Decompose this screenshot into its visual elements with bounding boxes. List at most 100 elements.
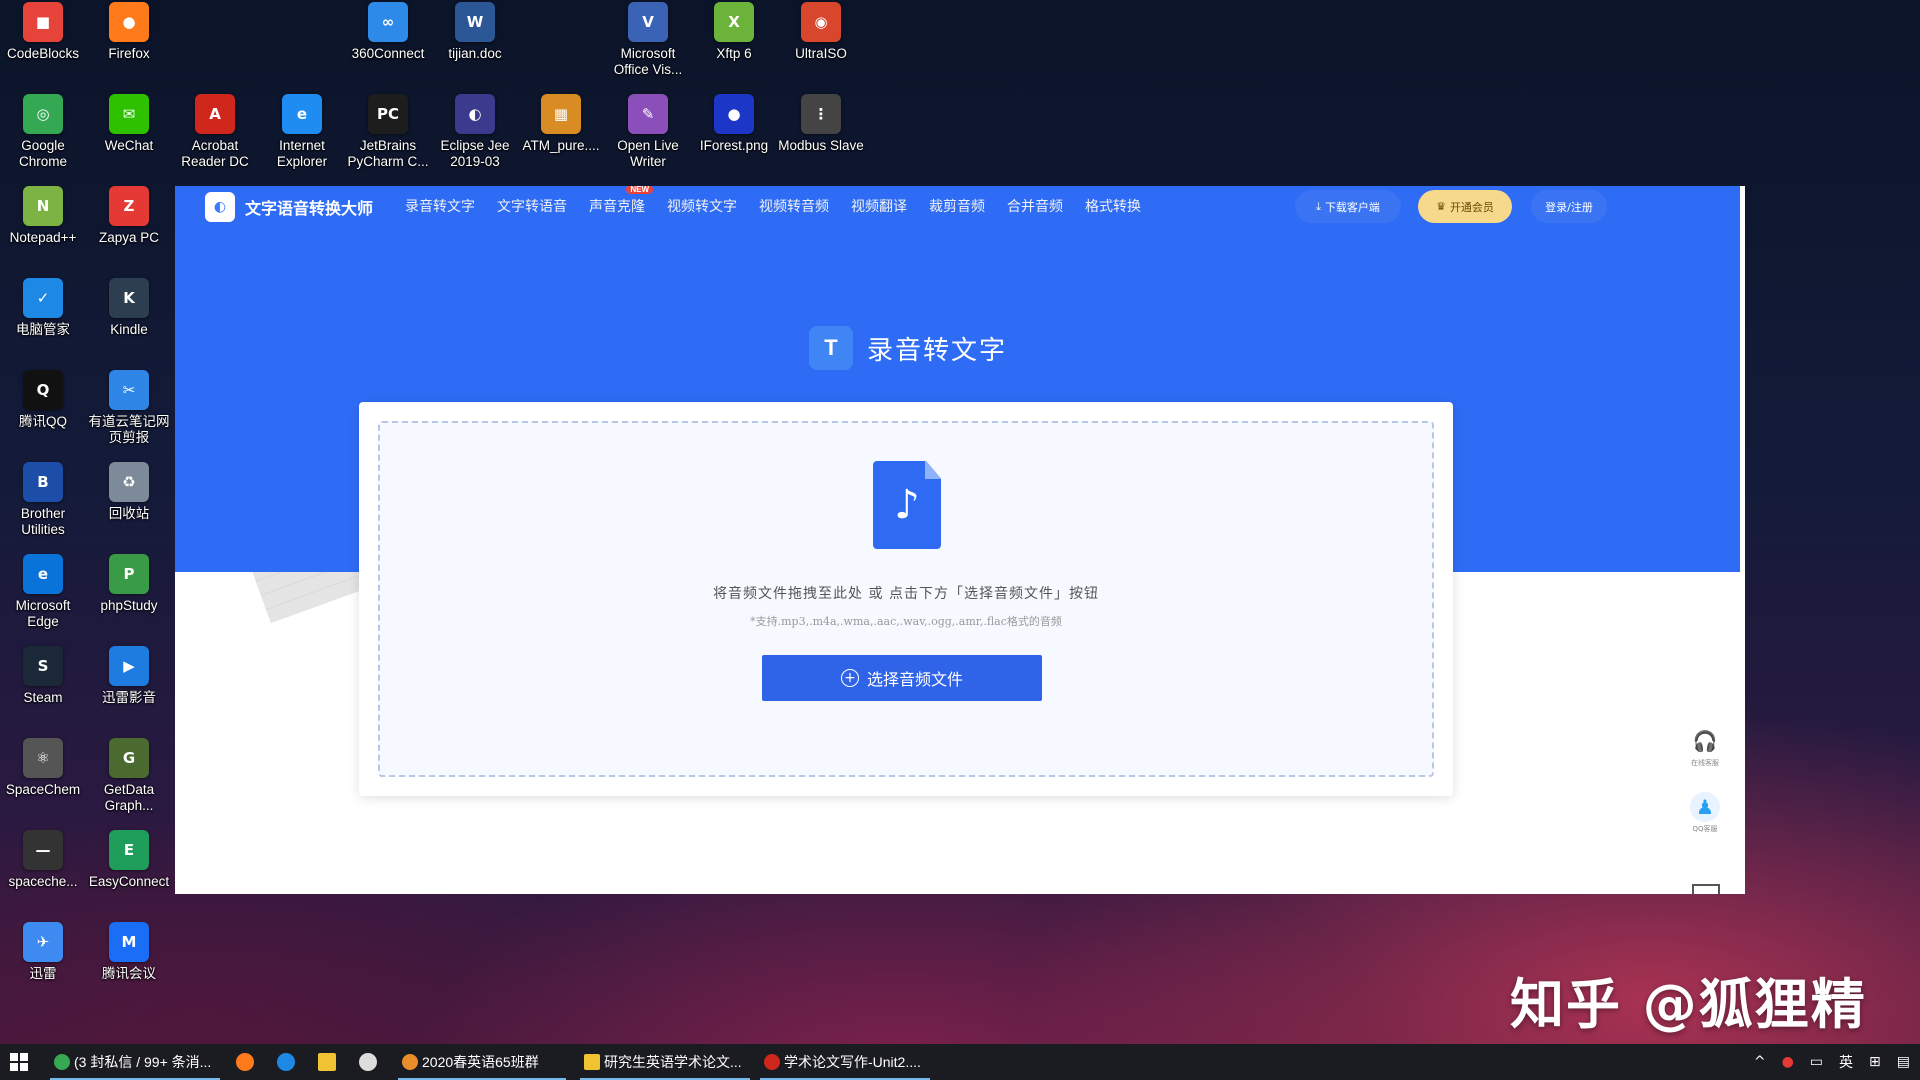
desktop-icon[interactable]: — spaceche... [0, 830, 86, 918]
desktop-icon-label: Zapya PC [98, 230, 160, 245]
desktop-icon[interactable]: A Acrobat Reader DC [172, 94, 258, 182]
windows-start-icon[interactable] [10, 1053, 28, 1071]
desktop-icon[interactable]: ✂ 有道云笔记网页剪报 [86, 370, 172, 458]
kindle-icon: K [109, 278, 149, 318]
desktop-icon[interactable]: V Microsoft Office Vis... [605, 2, 691, 90]
taskbar-item-qq-group[interactable]: 2020春英语65班群 [398, 1044, 566, 1080]
desktop-icon[interactable]: Q 腾讯QQ [0, 370, 86, 458]
brand-logo[interactable]: ◐ 文字语音转换大师 [205, 192, 373, 222]
desktop-icon-label: 360Connect [351, 46, 425, 61]
recycle-bin-icon: ♻ [109, 462, 149, 502]
desktop-icon-label: 迅雷 [29, 966, 57, 981]
nav-item-text-to-speech[interactable]: 文字转语音 [497, 196, 567, 216]
desktop-icon[interactable]: X Xftp 6 [691, 2, 777, 90]
powerpoint-icon [764, 1054, 780, 1070]
login-register-button[interactable]: 登录/注册 [1531, 190, 1607, 223]
desktop-icon[interactable]: ◐ Eclipse Jee 2019-03 [432, 94, 518, 182]
desktop-icon[interactable]: ✉ WeChat [86, 94, 172, 182]
codeblocks-icon: ■ [23, 2, 63, 42]
desktop-icon-label: 腾讯QQ [18, 414, 67, 429]
choose-audio-file-button[interactable]: + 选择音频文件 [762, 655, 1042, 701]
desktop-icon[interactable]: PC JetBrains PyCharm C... [345, 94, 431, 182]
desktop-icon[interactable]: Z Zapya PC [86, 186, 172, 274]
desktop-icon[interactable]: ✈ 迅雷 [0, 922, 86, 1010]
taskbar-item-powerpoint[interactable]: 学术论文写作-Unit2.... [760, 1044, 930, 1080]
desktop-icon[interactable]: M 腾讯会议 [86, 922, 172, 1010]
xftp-icon: X [714, 2, 754, 42]
desktop-icon[interactable]: ● Firefox [86, 2, 172, 90]
desktop-icon[interactable]: ◎ Google Chrome [0, 94, 86, 182]
mail-icon[interactable] [1692, 884, 1720, 894]
download-client-button[interactable]: ⤓ 下载客户端 [1295, 190, 1401, 223]
desktop-icon[interactable]: N Notepad++ [0, 186, 86, 274]
nav-item-format-convert[interactable]: 格式转换 [1085, 196, 1141, 216]
desktop-icon[interactable]: ♻ 回收站 [86, 462, 172, 550]
search-icon[interactable] [277, 1053, 295, 1071]
file-drop-zone[interactable]: ♪ 将音频文件拖拽至此处 或 点击下方「选择音频文件」按钮 *支持.mp3,.m… [378, 421, 1434, 777]
desktop-icon-label: Internet Explorer [276, 138, 328, 169]
desktop-icon[interactable]: E EasyConnect [86, 830, 172, 918]
desktop-icon[interactable]: B Brother Utilities [0, 462, 86, 550]
nav-item-merge-audio[interactable]: 合并音频 [1007, 196, 1063, 216]
desktop-icon[interactable]: e Microsoft Edge [0, 554, 86, 642]
desktop-icon[interactable]: ■ CodeBlocks [0, 2, 86, 90]
spacechem-file-icon: — [23, 830, 63, 870]
sticky-notes-icon[interactable] [318, 1053, 336, 1071]
taskbar-item-label: 研究生英语学术论文... [604, 1054, 742, 1070]
qq-service-button[interactable]: ♟ QQ客服 [1683, 792, 1727, 834]
tray-security-icon[interactable]: ● [1782, 1054, 1794, 1070]
desktop-icon-label: phpStudy [100, 598, 158, 613]
desktop-icon[interactable]: ▶ 迅雷影音 [86, 646, 172, 734]
audio-file-icon: ♪ [873, 461, 941, 549]
new-badge: NEW [626, 186, 653, 194]
firefox-icon[interactable] [236, 1053, 254, 1071]
brand-mark-icon: ◐ [205, 192, 235, 222]
tray-keyboard-icon[interactable]: ⊞ [1869, 1054, 1881, 1070]
tray-expand-icon[interactable]: ^ [1754, 1054, 1766, 1070]
nav-item-video-to-text[interactable]: 视频转文字 [667, 196, 737, 216]
nav-item-record-to-text[interactable]: 录音转文字 [405, 196, 475, 216]
desktop-icon-label: Kindle [110, 322, 148, 337]
online-service-button[interactable]: 🎧 在线客服 [1683, 726, 1727, 768]
desktop-icon[interactable]: ✓ 电脑管家 [0, 278, 86, 366]
desktop-icon[interactable]: S Steam [0, 646, 86, 734]
tray-network-icon[interactable]: ▭ [1810, 1054, 1823, 1070]
open-vip-button[interactable]: ♛ 开通会员 [1418, 190, 1512, 223]
archive-icon: ▦ [541, 94, 581, 134]
nav-item-video-to-audio[interactable]: 视频转音频 [759, 196, 829, 216]
brother-icon: B [23, 462, 63, 502]
desktop-icon[interactable]: K Kindle [86, 278, 172, 366]
desktop-icon-label: Open Live Writer [617, 138, 679, 169]
desktop-icon[interactable]: ⚛ SpaceChem [0, 738, 86, 826]
zhihu-watermark: 知乎 @狐狸精 [1510, 973, 1867, 1036]
clock-icon[interactable] [359, 1053, 377, 1071]
desktop-icon[interactable]: ▦ ATM_pure.... [518, 94, 604, 182]
desktop-icon-label: CodeBlocks [6, 46, 80, 61]
desktop-icon-label: 迅雷影音 [102, 690, 156, 705]
desktop-icon[interactable]: ∞ 360Connect [345, 2, 431, 90]
nav-item-voice-clone[interactable]: 声音克隆 NEW [589, 186, 653, 216]
tray-input-method[interactable]: 英 [1839, 1052, 1853, 1072]
desktop-icon[interactable]: G GetData Graph... [86, 738, 172, 826]
desktop-icon-label: Eclipse Jee 2019-03 [440, 138, 510, 169]
desktop-icon[interactable]: ✎ Open Live Writer [605, 94, 691, 182]
desktop-icon[interactable]: ● IForest.png [691, 94, 777, 182]
download-client-label: 下载客户端 [1324, 200, 1380, 214]
nav-item-video-translate[interactable]: 视频翻译 [851, 196, 907, 216]
desktop-icon[interactable]: ⋮ Modbus Slave [778, 94, 864, 182]
nav-item-cut-audio[interactable]: 裁剪音频 [929, 196, 985, 216]
notification-icon[interactable]: ▤ [1897, 1054, 1910, 1070]
desktop-icon[interactable]: Wtijian.doc [432, 2, 518, 90]
brand-name: 文字语音转换大师 [245, 199, 374, 218]
360connect-icon: ∞ [368, 2, 408, 42]
desktop-icon[interactable]: e Internet Explorer [259, 94, 345, 182]
desktop-icon-label: Firefox [108, 46, 150, 61]
hero-heading: T 录音转文字 [809, 326, 1007, 370]
xunlei-icon: ✈ [23, 922, 63, 962]
desktop-icon[interactable]: ◉ UltraISO [778, 2, 864, 90]
taskbar-item-chrome[interactable]: (3 封私信 / 99+ 条消... [50, 1044, 220, 1080]
desktop-icon-label: EasyConnect [88, 874, 170, 889]
desktop-icon[interactable]: PphpStudy [86, 554, 172, 642]
taskbar: (3 封私信 / 99+ 条消... 2020春英语65班群 研究生英语学术论文… [0, 1044, 1920, 1080]
taskbar-item-word-doc[interactable]: 研究生英语学术论文... [580, 1044, 750, 1080]
